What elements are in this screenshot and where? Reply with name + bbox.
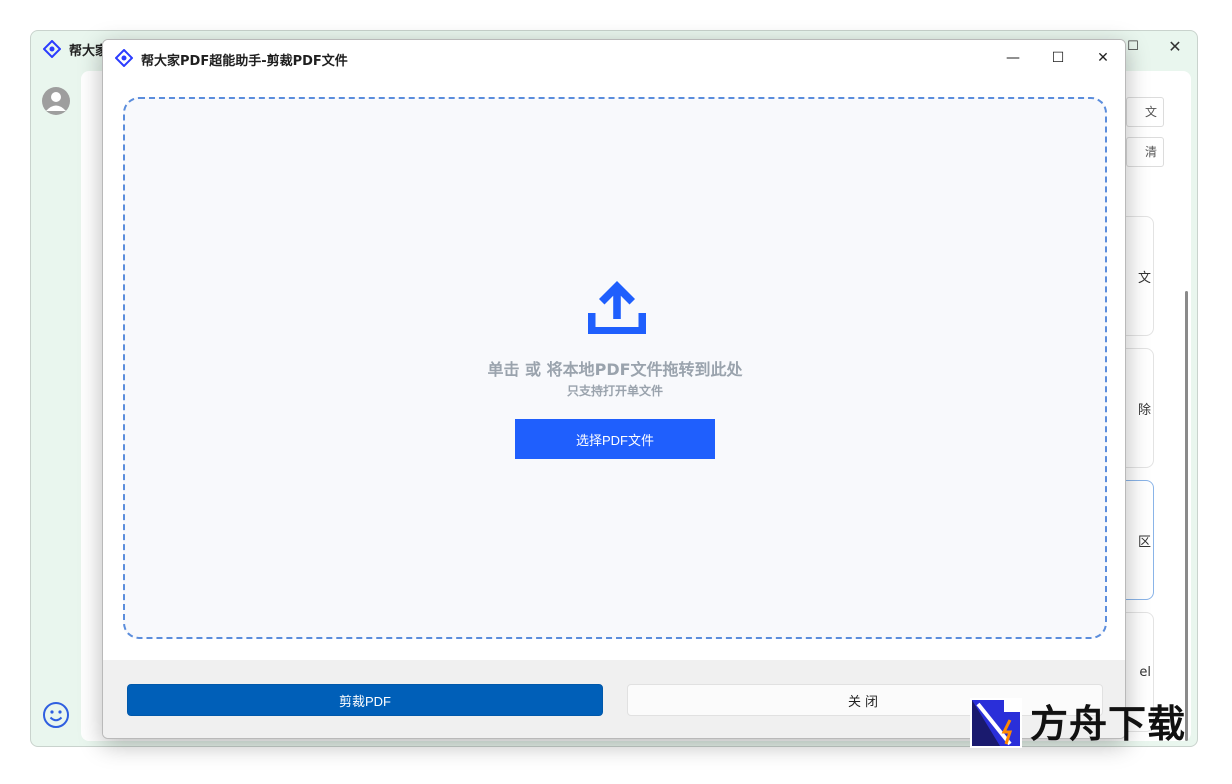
drop-hint: 只支持打开单文件 <box>566 384 663 398</box>
tool-card-4-label: el <box>1139 664 1151 680</box>
close-icon: ✕ <box>1097 50 1109 66</box>
feedback-smile-icon[interactable] <box>42 701 70 729</box>
maximize-button[interactable]: ☐ <box>1038 44 1078 72</box>
tool-card-1[interactable]: 文 <box>1126 216 1154 336</box>
drop-instruction: 单击 或 将本地PDF文件拖转到此处 <box>487 360 743 379</box>
maximize-icon: ☐ <box>1051 50 1065 66</box>
user-avatar-icon[interactable] <box>41 86 71 116</box>
watermark-logo-icon <box>970 698 1022 748</box>
tool-card-1-label: 文 <box>1137 270 1151 286</box>
side-button-2[interactable]: 清 <box>1126 137 1164 167</box>
crop-pdf-dialog: 帮大家PDF超能助手-剪裁PDF文件 — ☐ ✕ 单击 或 将本地PDF文件拖转… <box>102 39 1126 739</box>
tool-card-3-label: 区 <box>1137 534 1151 550</box>
minimize-icon: — <box>1006 50 1020 66</box>
tool-card-2-label: 除 <box>1137 402 1151 418</box>
side-button-1[interactable]: 文 <box>1126 97 1164 127</box>
file-drop-zone[interactable]: 单击 或 将本地PDF文件拖转到此处 只支持打开单文件 选择PDF文件 <box>123 97 1107 639</box>
upload-icon <box>588 281 646 334</box>
watermark-text: 方舟下载 <box>1030 702 1187 746</box>
close-window-button[interactable]: ✕ <box>1083 44 1123 72</box>
dialog-title: 帮大家PDF超能助手-剪裁PDF文件 <box>141 54 348 69</box>
select-pdf-button[interactable]: 选择PDF文件 <box>515 419 715 459</box>
tool-card-2[interactable]: 除 <box>1126 348 1154 468</box>
main-close-button[interactable]: ✕ <box>1165 37 1185 57</box>
main-maximize-button[interactable]: ☐ <box>1123 39 1143 59</box>
tool-card-3[interactable]: 区 <box>1126 480 1154 600</box>
main-scrollbar[interactable] <box>1185 291 1188 741</box>
crop-pdf-button[interactable]: 剪裁PDF <box>127 684 603 716</box>
app-logo-icon <box>115 49 133 67</box>
minimize-button[interactable]: — <box>993 44 1033 72</box>
app-logo-icon <box>43 40 61 58</box>
dialog-titlebar[interactable]: 帮大家PDF超能助手-剪裁PDF文件 — ☐ ✕ <box>103 40 1125 76</box>
